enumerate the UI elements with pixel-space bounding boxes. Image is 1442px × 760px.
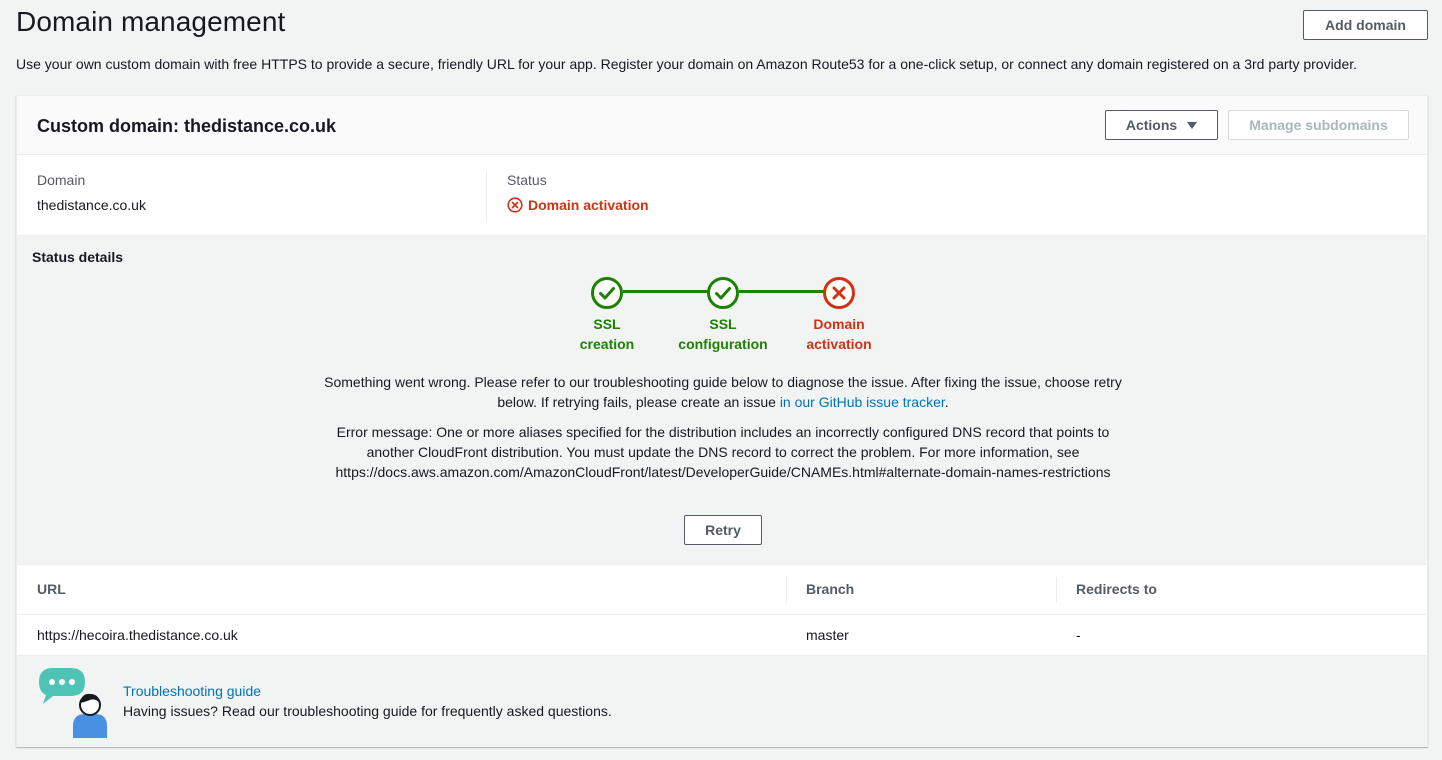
step-ssl-configuration: SSL configuration [663,276,783,354]
chat-support-icon [39,668,107,738]
actions-dropdown-button[interactable]: Actions [1105,110,1218,140]
step-domain-activation: Domain activation [779,276,899,354]
status-value: Domain activation [507,197,649,213]
success-check-icon [591,277,623,309]
retry-button[interactable]: Retry [684,515,762,545]
caret-down-icon [1187,121,1198,129]
page-title: Domain management [16,6,286,37]
error-circle-icon [507,197,523,213]
step-label: SSL configuration [678,316,768,352]
troubleshoot-message: Something went wrong. Please refer to ou… [324,374,1122,410]
status-value-text: Domain activation [528,197,649,213]
table-row: https://hecoira.thedistance.co.uk master… [17,615,1427,656]
url-cell: https://hecoira.thedistance.co.uk [37,627,238,643]
page-description: Use your own custom domain with free HTT… [16,56,1358,72]
redirects-cell: - [1076,627,1081,643]
step-label: Domain activation [806,316,872,352]
status-details-title: Status details [32,249,124,265]
add-domain-button[interactable]: Add domain [1303,10,1428,40]
column-divider [1056,577,1057,603]
status-label: Status [507,172,547,188]
url-table: URL Branch Redirects to https://hecoira.… [17,565,1427,656]
troubleshooting-guide-link[interactable]: Troubleshooting guide [123,683,261,699]
manage-subdomains-button[interactable]: Manage subdomains [1228,110,1409,140]
domain-value: thedistance.co.uk [37,197,146,213]
step-ssl-creation: SSL creation [547,276,667,354]
column-header-url[interactable]: URL [37,581,66,597]
column-header-branch[interactable]: Branch [806,581,854,597]
table-header-row: URL Branch Redirects to [17,565,1427,615]
domain-management-page: Domain management Add domain Use your ow… [0,0,1442,760]
troubleshooting-description: Having issues? Read our troubleshooting … [123,703,612,719]
domain-summary: Domain thedistance.co.uk Status Domain a… [17,155,1427,236]
error-x-icon [823,277,855,309]
branch-cell: master [806,627,849,643]
github-issue-tracker-link[interactable]: in our GitHub issue tracker [780,394,945,410]
column-divider [786,577,787,603]
card-header: Custom domain: thedistance.co.uk Actions… [17,96,1427,155]
troubleshooting-section: Troubleshooting guide Having issues? Rea… [17,656,1427,747]
custom-domain-card: Custom domain: thedistance.co.uk Actions… [16,95,1428,747]
summary-divider [486,171,487,223]
status-stepper: SSL creation SSL configuration Domain ac… [577,276,877,356]
success-check-icon [707,277,739,309]
status-details-panel: Status details SSL creation SSL configur… [17,236,1427,565]
step-label: SSL creation [579,316,635,352]
card-title: Custom domain: thedistance.co.uk [37,116,337,136]
domain-label: Domain [37,172,86,188]
actions-label: Actions [1125,117,1178,133]
column-header-redirects[interactable]: Redirects to [1076,581,1157,597]
error-message: Error message: One or more aliases speci… [335,424,1111,480]
